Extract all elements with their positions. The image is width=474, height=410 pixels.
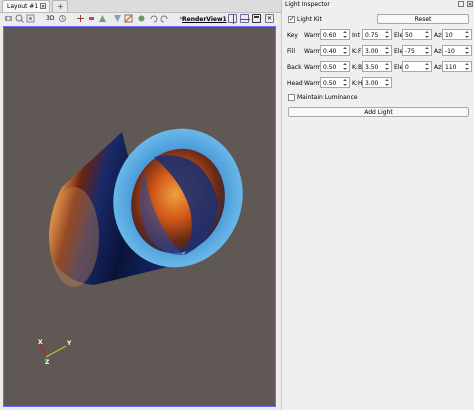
zoom-data-icon[interactable] <box>15 14 24 23</box>
maximize-icon[interactable] <box>252 14 261 23</box>
add-tab-button[interactable]: + <box>52 0 68 12</box>
kb-label: K:B <box>352 64 363 71</box>
spin-arrows-icon[interactable] <box>464 46 470 55</box>
fill-warm-spinbox[interactable]: 0.40 <box>320 45 350 56</box>
warm-label: Warm <box>304 64 322 71</box>
kf-label: K:F <box>352 48 362 55</box>
spin-arrows-icon[interactable] <box>384 62 390 71</box>
zoom-closest-icon[interactable] <box>26 14 35 23</box>
float-panel-icon[interactable] <box>458 1 464 7</box>
row-key-label: Key <box>287 32 298 39</box>
split-horizontal-icon[interactable] <box>228 14 237 24</box>
key-azi-spinbox[interactable]: 10 <box>442 29 472 40</box>
back-warm-spinbox[interactable]: 0.50 <box>320 61 350 72</box>
spin-arrows-icon[interactable] <box>342 30 348 39</box>
panel-title: Light Inspector <box>285 1 330 8</box>
warm-label: Warm <box>304 80 322 87</box>
spin-arrows-icon[interactable] <box>342 62 348 71</box>
axis-z-label: Z <box>45 359 50 366</box>
spin-value: 0.60 <box>323 32 337 39</box>
reset-button[interactable]: Reset <box>377 14 469 24</box>
split-vertical-icon[interactable] <box>240 14 250 23</box>
orient-minus-x-icon[interactable] <box>87 14 96 23</box>
spin-arrows-icon[interactable] <box>424 62 430 71</box>
spin-arrows-icon[interactable] <box>342 46 348 55</box>
fill-ele-spinbox[interactable]: -75 <box>402 45 432 56</box>
row-back-label: Back <box>287 64 302 71</box>
spin-arrows-icon[interactable] <box>384 46 390 55</box>
key-int-spinbox[interactable]: 0.75 <box>362 29 392 40</box>
head-warm-spinbox[interactable]: 0.50 <box>320 77 350 88</box>
rotate-cw-icon[interactable] <box>149 14 158 23</box>
maintain-luminance-checkbox[interactable] <box>288 94 295 101</box>
rotate-ccw-icon[interactable] <box>160 14 169 23</box>
spin-value: 50 <box>405 32 413 39</box>
spin-value: 3.00 <box>365 80 379 87</box>
light-kit-checkbox[interactable] <box>288 15 295 23</box>
spin-value: 0.40 <box>323 48 337 55</box>
key-ele-spinbox[interactable]: 50 <box>402 29 432 40</box>
back-ele-spinbox[interactable]: 0 <box>402 61 432 72</box>
layout-tab-bar: Layout #1 ✕ + <box>0 0 281 13</box>
fill-kf-spinbox[interactable]: 3.00 <box>362 45 392 56</box>
toggle-3d-button[interactable]: 3D <box>46 15 56 24</box>
render-view-canvas[interactable]: X Y Z <box>3 26 276 407</box>
maintain-luminance-label: Maintain Luminance <box>297 94 358 101</box>
key-warm-spinbox[interactable]: 0.60 <box>320 29 350 40</box>
warm-label: Warm <box>304 32 322 39</box>
spin-arrows-icon[interactable] <box>464 62 470 71</box>
back-kb-spinbox[interactable]: 3.50 <box>362 61 392 72</box>
close-panel-icon[interactable]: ✕ <box>467 1 473 8</box>
spin-arrows-icon[interactable] <box>424 46 430 55</box>
tab-label: Layout #1 <box>7 3 39 10</box>
row-head-label: Head <box>287 80 303 87</box>
head-kh-spinbox[interactable]: 3.00 <box>362 77 392 88</box>
orient-minus-y-icon[interactable] <box>113 14 122 23</box>
fill-azi-spinbox[interactable]: -10 <box>442 45 472 56</box>
spin-arrows-icon[interactable] <box>384 30 390 39</box>
reset-camera-icon[interactable] <box>4 14 13 23</box>
close-view-icon[interactable]: ✕ <box>265 14 274 23</box>
back-azi-spinbox[interactable]: 110 <box>442 61 472 72</box>
close-icon[interactable]: ✕ <box>40 3 46 10</box>
spin-value: 0.75 <box>365 32 379 39</box>
orient-plus-x-icon[interactable] <box>76 14 85 23</box>
view-toolbar: 3D ✕ RenderView1 ✕ <box>0 13 281 25</box>
spin-arrows-icon[interactable] <box>424 30 430 39</box>
warm-label: Warm <box>304 48 322 55</box>
axis-y-label: Y <box>67 340 72 347</box>
light-kit-label: Light Kit <box>297 16 322 23</box>
spin-arrows-icon[interactable] <box>342 78 348 87</box>
spin-value: -75 <box>405 48 415 55</box>
int-label: Int <box>352 32 360 39</box>
spin-value: -10 <box>445 48 455 55</box>
layout-pane: Layout #1 ✕ + 3D ✕ RenderView1 ✕ X Y Z <box>0 0 281 410</box>
orient-plus-y-icon[interactable] <box>98 14 107 23</box>
kh-label: K:H <box>352 80 363 87</box>
add-light-button[interactable]: Add Light <box>288 107 469 117</box>
camera-undo-icon[interactable] <box>58 14 67 23</box>
plus-icon: + <box>57 2 64 11</box>
render-view-title[interactable]: RenderView1 <box>182 16 227 23</box>
axis-x-label: X <box>38 339 43 346</box>
spin-arrows-icon[interactable] <box>384 78 390 87</box>
spin-value: 0.50 <box>323 80 337 87</box>
spin-value: 10 <box>445 32 453 39</box>
spin-arrows-icon[interactable] <box>464 30 470 39</box>
row-fill-label: Fill <box>287 48 296 55</box>
light-inspector-panel: Light Inspector ✕ Light Kit Reset Key Wa… <box>281 0 474 410</box>
orient-minus-z-icon[interactable] <box>137 14 146 23</box>
spin-value: 3.00 <box>365 48 379 55</box>
orient-plus-z-icon[interactable] <box>124 14 133 23</box>
spin-value: 3.50 <box>365 64 379 71</box>
orientation-axes: X Y Z <box>32 337 77 367</box>
spin-value: 110 <box>445 64 457 71</box>
tab-layout-1[interactable]: Layout #1 ✕ <box>2 0 50 12</box>
spin-value: 0.50 <box>323 64 337 71</box>
spin-value: 0 <box>405 64 409 71</box>
